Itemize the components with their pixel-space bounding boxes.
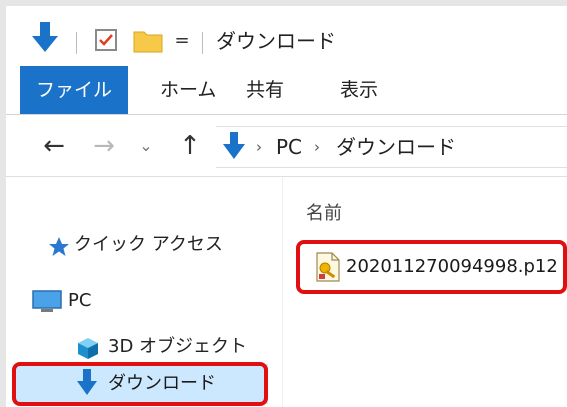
ribbon-divider — [6, 114, 567, 115]
column-header-name[interactable]: 名前 — [306, 200, 342, 228]
star-icon — [48, 234, 70, 272]
ribbon-tabs: ファイル ホーム 共有 表示 — [6, 66, 567, 114]
certificate-file-icon — [314, 252, 342, 286]
properties-checkmark-icon[interactable] — [94, 28, 118, 52]
toolbar-separator — [76, 32, 77, 54]
address-bar[interactable]: › PC › ダウンロード — [216, 126, 567, 168]
title-bar: = ダウンロード — [6, 6, 567, 66]
nav-item-3d-objects[interactable]: 3D オブジェクト — [76, 328, 276, 366]
file-name: 202011270094998.p12 — [346, 256, 558, 277]
breadcrumb-downloads[interactable]: ダウンロード — [336, 127, 456, 167]
tab-file[interactable]: ファイル — [20, 66, 129, 114]
toolbar-separator — [202, 32, 203, 54]
breadcrumb-separator: › — [314, 138, 320, 156]
nav-item-quick-access[interactable]: クイック アクセス — [48, 226, 278, 264]
nav-item-pc[interactable]: PC — [32, 282, 272, 320]
pane-divider — [282, 178, 283, 407]
navigation-bar: ← → ⌄ ↑ › PC › ダウンロード — [6, 118, 567, 174]
recent-locations-button[interactable]: ⌄ — [134, 126, 158, 166]
download-arrow-icon[interactable] — [30, 20, 60, 60]
back-button[interactable]: ← — [36, 126, 72, 166]
forward-button[interactable]: → — [86, 126, 122, 166]
tab-home[interactable]: ホーム — [146, 66, 230, 114]
nav-item-downloads[interactable]: ダウンロード — [14, 364, 268, 404]
computer-icon — [32, 290, 62, 328]
breadcrumb-separator: › — [256, 138, 262, 156]
up-button[interactable]: ↑ — [172, 126, 208, 166]
window-title: ダウンロード — [216, 29, 336, 53]
breadcrumb-pc[interactable]: PC — [276, 127, 302, 167]
customize-toolbar-dropdown[interactable]: = — [172, 28, 192, 54]
tab-view[interactable]: 表示 — [326, 66, 392, 114]
download-arrow-icon — [76, 367, 98, 403]
download-arrow-icon — [222, 129, 246, 167]
tab-share[interactable]: 共有 — [232, 66, 298, 114]
new-folder-icon[interactable] — [132, 28, 164, 54]
address-divider — [6, 176, 567, 177]
file-row[interactable]: 202011270094998.p12 — [300, 244, 567, 290]
